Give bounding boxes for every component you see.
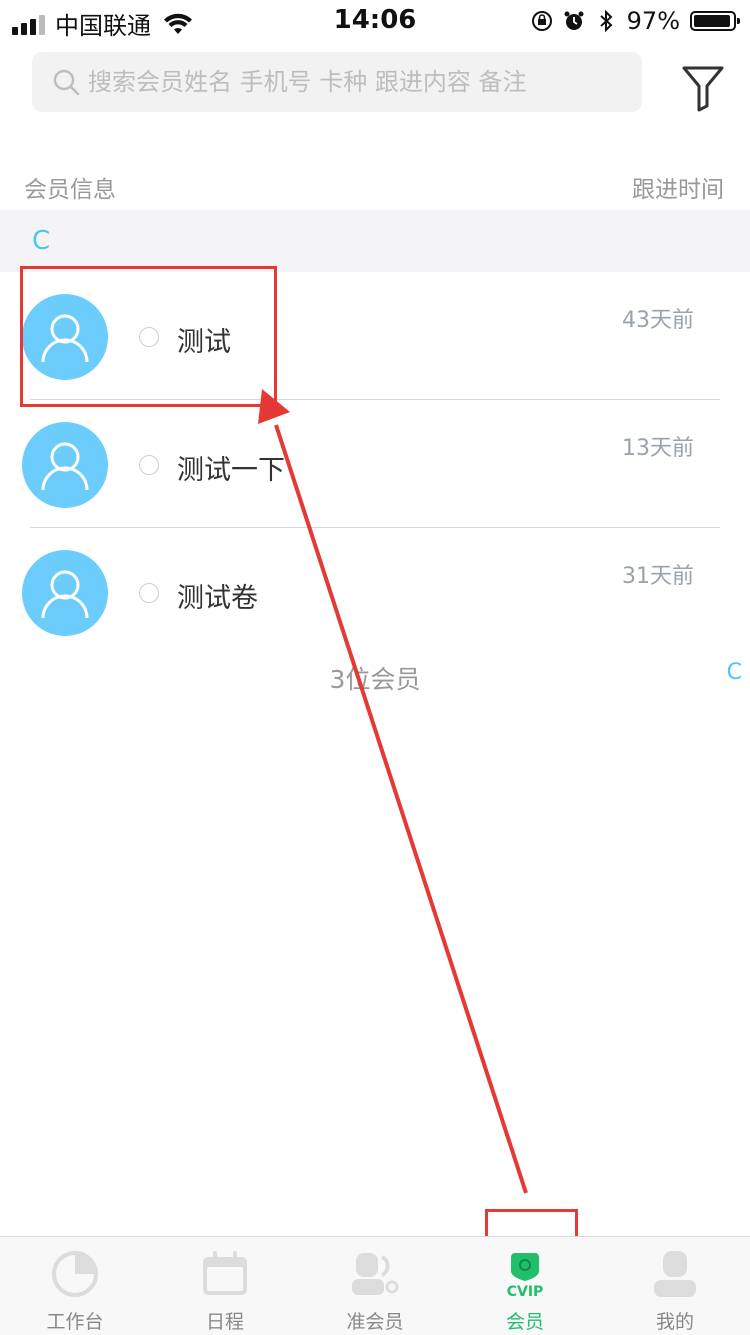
member-count: 3位会员	[329, 665, 421, 694]
member-row[interactable]: 测试一下 13天前	[0, 400, 750, 528]
profile-icon	[654, 1251, 696, 1297]
tab-label: 日程	[205, 1311, 244, 1333]
section-header: C	[0, 210, 750, 272]
member-row[interactable]: 测试卷 31天前	[0, 528, 750, 656]
vip-icon: CVIP	[507, 1253, 544, 1299]
svg-text:CVIP: CVIP	[507, 1284, 544, 1299]
member-follow-up-time: 31天前	[622, 564, 694, 589]
status-bar: 中国联通 14:06 97%	[0, 0, 750, 40]
alarm-icon	[564, 11, 584, 30]
user-icon	[41, 570, 89, 619]
member-name: 测试卷	[177, 583, 258, 614]
tab-workbench[interactable]: 工作台	[0, 1237, 150, 1335]
battery-icon	[690, 11, 740, 31]
tab-members[interactable]: CVIP 会员	[450, 1237, 600, 1335]
tab-label: 我的	[655, 1311, 694, 1333]
tab-prospect-members[interactable]: 准会员	[300, 1237, 450, 1335]
tab-label: 准会员	[346, 1311, 404, 1333]
status-bar-right: 97%	[531, 7, 740, 35]
tab-label: 工作台	[46, 1311, 104, 1333]
list-header: 会员信息 跟进时间	[0, 160, 750, 206]
select-radio[interactable]	[139, 583, 159, 603]
tab-mine[interactable]: 我的	[600, 1237, 750, 1335]
section-letter: C	[32, 226, 51, 256]
tab-bar: 工作台 日程 准会员 CVIP 会员 我的	[0, 1236, 750, 1335]
user-icon	[41, 442, 89, 491]
battery-percent: 97%	[626, 7, 680, 35]
rotation-lock-icon	[531, 11, 552, 31]
member-name: 测试一下	[177, 455, 285, 486]
member-follow-up-time: 13天前	[622, 436, 694, 461]
prospect-members-icon	[352, 1253, 399, 1295]
pie-chart-icon	[52, 1251, 98, 1297]
bluetooth-icon	[599, 10, 613, 32]
tab-label: 会员	[505, 1311, 544, 1333]
select-radio[interactable]	[139, 455, 159, 475]
search-bar[interactable]	[32, 52, 642, 112]
tab-schedule[interactable]: 日程	[150, 1237, 300, 1335]
member-info-header: 会员信息	[24, 177, 116, 203]
avatar	[22, 422, 108, 508]
search-input[interactable]	[86, 67, 630, 97]
annotation-highlight-member	[20, 266, 277, 407]
member-follow-up-time: 43天前	[622, 308, 694, 333]
avatar	[22, 550, 108, 636]
search-icon	[53, 69, 80, 96]
calendar-icon	[203, 1251, 247, 1295]
index-bar-letter[interactable]: C	[727, 660, 742, 685]
follow-up-time-header: 跟进时间	[632, 177, 724, 203]
filter-icon[interactable]	[680, 64, 726, 112]
